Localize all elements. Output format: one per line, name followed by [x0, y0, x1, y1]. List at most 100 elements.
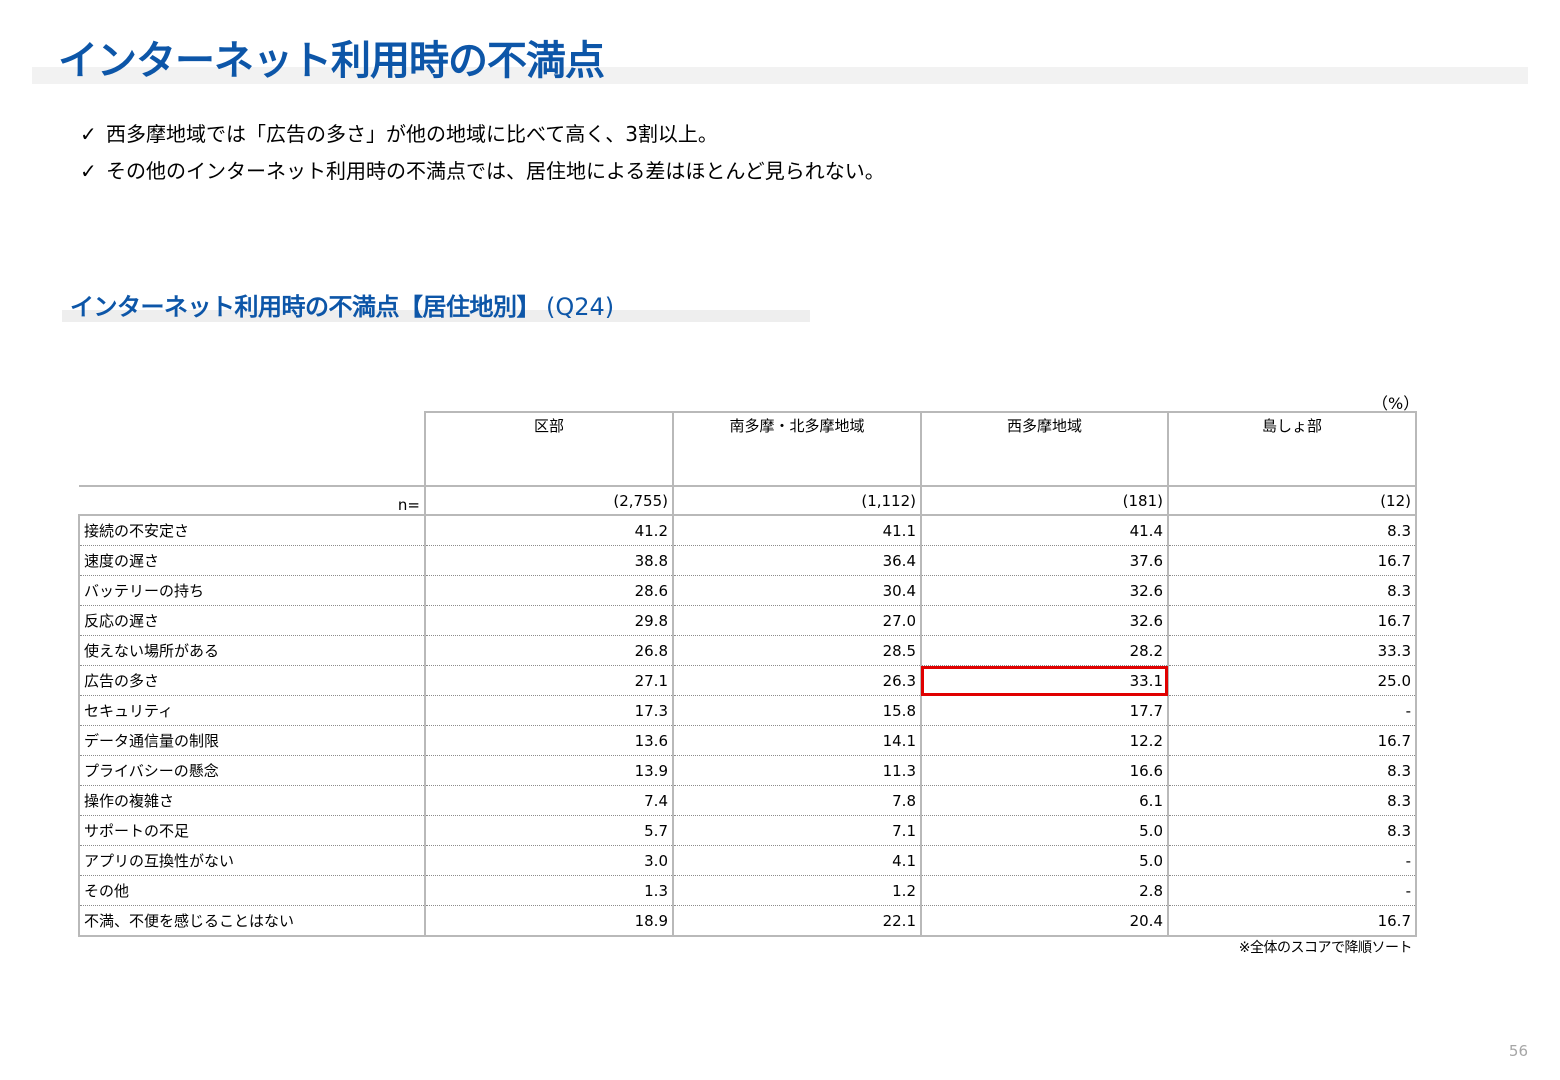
value-cell: 32.6 — [920, 575, 1169, 606]
value-cell: 27.1 — [424, 665, 674, 696]
value-cell: 16.7 — [1167, 725, 1417, 756]
table-row: 操作の複雑さ 7.4 7.8 6.1 8.3 — [78, 785, 1417, 816]
value-cell: 17.3 — [424, 695, 674, 726]
value-cell: 3.0 — [424, 845, 674, 876]
table-row: データ通信量の制限 13.6 14.1 12.2 16.7 — [78, 725, 1417, 756]
row-label: バッテリーの持ち — [78, 575, 426, 606]
header-blank-cell — [79, 412, 425, 486]
table-row: 反応の遅さ 29.8 27.0 32.6 16.7 — [78, 605, 1417, 636]
table-row: セキュリティ 17.3 15.8 17.7- — [78, 695, 1417, 726]
value-cell: 41.2 — [424, 514, 674, 546]
value-cell: - — [1167, 695, 1417, 726]
value-cell: 8.3 — [1167, 575, 1417, 606]
row-label: セキュリティ — [78, 695, 426, 726]
value-cell: 36.4 — [672, 545, 922, 576]
value-cell: 26.3 — [672, 665, 922, 696]
bullet-item: ✓ 西多摩地域では「広告の多さ」が他の地域に比べて高く、3割以上。 — [80, 116, 885, 153]
row-label: 接続の不安定さ — [78, 514, 426, 546]
value-cell: 18.9 — [424, 905, 674, 937]
row-label: 使えない場所がある — [78, 635, 426, 666]
value-cell: 16.7 — [1167, 545, 1417, 576]
table-row: 不満、不便を感じることはない 18.9 22.1 20.4 16.7 — [78, 905, 1417, 937]
value-cell: 4.1 — [672, 845, 922, 876]
value-cell: - — [1167, 875, 1417, 906]
column-header: 島しょ部 — [1167, 411, 1417, 486]
row-label: その他 — [78, 875, 426, 906]
value-cell: 8.3 — [1167, 815, 1417, 846]
table-row: 接続の不安定さ 41.2 41.1 41.4 8.3 — [78, 514, 1417, 546]
value-cell: 7.4 — [424, 785, 674, 816]
check-icon: ✓ — [80, 122, 97, 146]
value-cell: 41.1 — [672, 514, 922, 546]
bullet-item: ✓ その他のインターネット利用時の不満点では、居住地による差はほとんど見られない。 — [80, 153, 885, 190]
value-cell: 8.3 — [1167, 785, 1417, 816]
value-cell: 1.3 — [424, 875, 674, 906]
row-label: 広告の多さ — [78, 665, 426, 696]
table-row: 速度の遅さ 38.8 36.4 37.6 16.7 — [78, 545, 1417, 576]
value-cell: 28.5 — [672, 635, 922, 666]
value-cell: 25.0 — [1167, 665, 1417, 696]
data-table: 区部 南多摩・北多摩地域 西多摩地域 島しょ部 n= (2,755) (1,11… — [78, 411, 1417, 937]
column-header: 南多摩・北多摩地域 — [672, 411, 922, 486]
value-cell: 13.6 — [424, 725, 674, 756]
value-cell: 28.6 — [424, 575, 674, 606]
table-header-row: 区部 南多摩・北多摩地域 西多摩地域 島しょ部 — [79, 411, 1417, 486]
value-cell: 7.1 — [672, 815, 922, 846]
row-label: アプリの互換性がない — [78, 845, 426, 876]
sample-size-cell: (181) — [920, 485, 1169, 515]
bullet-text: 西多摩地域では「広告の多さ」が他の地域に比べて高く、3割以上。 — [106, 122, 718, 146]
highlighted-value-cell: 33.1 — [920, 665, 1169, 696]
bullet-text: その他のインターネット利用時の不満点では、居住地による差はほとんど見られない。 — [106, 159, 885, 183]
row-label: 操作の複雑さ — [78, 785, 426, 816]
table-row: 使えない場所がある 26.8 28.5 28.2 33.3 — [78, 635, 1417, 666]
value-cell: 30.4 — [672, 575, 922, 606]
value-cell: - — [1167, 845, 1417, 876]
value-cell: 38.8 — [424, 545, 674, 576]
value-cell: 12.2 — [920, 725, 1169, 756]
value-cell: 16.7 — [1167, 905, 1417, 937]
table-row: 広告の多さ 27.1 26.3 33.1 25.0 — [78, 665, 1417, 696]
value-cell: 33.3 — [1167, 635, 1417, 666]
value-cell: 5.0 — [920, 845, 1169, 876]
section-title: インターネット利用時の不満点【居住地別】 (Q24) — [70, 287, 614, 322]
column-header: 区部 — [424, 411, 674, 486]
value-cell: 14.1 — [672, 725, 922, 756]
value-cell: 20.4 — [920, 905, 1169, 937]
value-cell: 8.3 — [1167, 755, 1417, 786]
table-row: サポートの不足 5.7 7.1 5.0 8.3 — [78, 815, 1417, 846]
value-cell: 8.3 — [1167, 514, 1417, 546]
value-cell: 32.6 — [920, 605, 1169, 636]
value-cell: 22.1 — [672, 905, 922, 937]
footnote: ※全体のスコアで降順ソート — [1238, 940, 1413, 956]
value-cell: 1.2 — [672, 875, 922, 906]
row-label: 反応の遅さ — [78, 605, 426, 636]
table-row: アプリの互換性がない 3.0 4.1 5.0- — [78, 845, 1417, 876]
bullet-list: ✓ 西多摩地域では「広告の多さ」が他の地域に比べて高く、3割以上。 ✓ その他のイン… — [80, 116, 885, 190]
section-title-question: (Q24) — [546, 293, 615, 321]
value-cell: 37.6 — [920, 545, 1169, 576]
table-row: その他 1.3 1.2 2.8- — [78, 875, 1417, 906]
column-header: 西多摩地域 — [920, 411, 1169, 486]
page-title: インターネット利用時の不満点 — [58, 38, 605, 84]
row-label: 速度の遅さ — [78, 545, 426, 576]
table-row: プライバシーの懸念 13.9 11.3 16.6 8.3 — [78, 755, 1417, 786]
value-cell: 15.8 — [672, 695, 922, 726]
value-cell: 11.3 — [672, 755, 922, 786]
sample-size-row: n= (2,755) (1,112) (181) (12) — [79, 485, 1417, 515]
value-cell: 26.8 — [424, 635, 674, 666]
value-cell: 41.4 — [920, 514, 1169, 546]
check-icon: ✓ — [80, 159, 97, 183]
value-cell: 5.7 — [424, 815, 674, 846]
sample-size-cell: (12) — [1167, 485, 1417, 515]
row-label: サポートの不足 — [78, 815, 426, 846]
sample-size-cell: (1,112) — [672, 485, 922, 515]
value-cell: 27.0 — [672, 605, 922, 636]
page-number: 56 — [1508, 1042, 1528, 1060]
value-cell: 16.7 — [1167, 605, 1417, 636]
value-cell: 28.2 — [920, 635, 1169, 666]
table-row: バッテリーの持ち 28.6 30.4 32.6 8.3 — [78, 575, 1417, 606]
row-label: プライバシーの懸念 — [78, 755, 426, 786]
value-cell: 16.6 — [920, 755, 1169, 786]
row-label: データ通信量の制限 — [78, 725, 426, 756]
row-label: 不満、不便を感じることはない — [78, 905, 426, 937]
